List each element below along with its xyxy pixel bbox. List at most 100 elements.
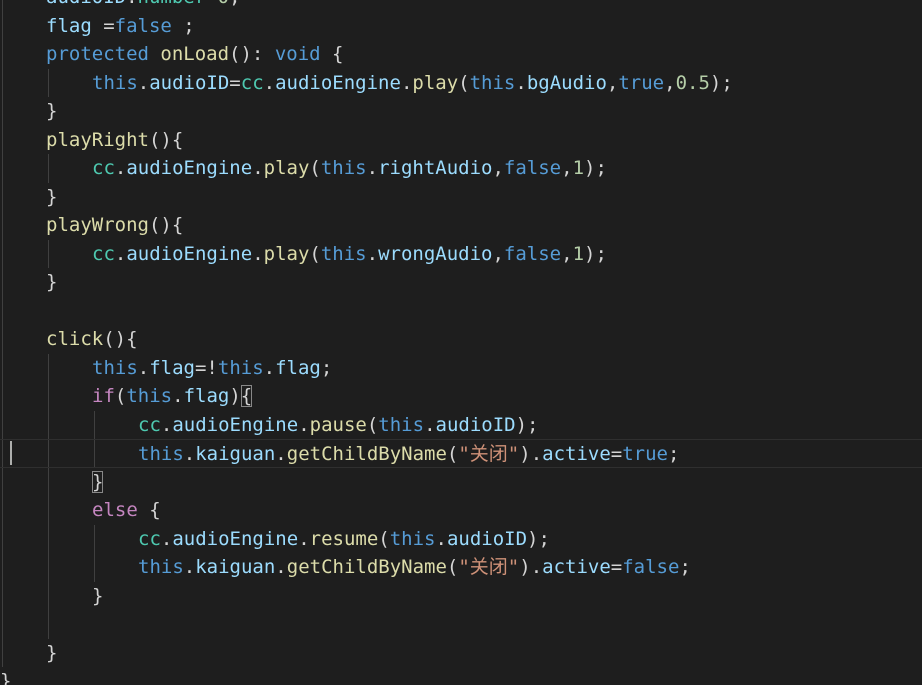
code-text: cc.audioEngine.pause(this.audioID); bbox=[138, 411, 538, 440]
code-token: "关闭" bbox=[458, 443, 520, 465]
code-token: play bbox=[263, 242, 310, 265]
code-token: = bbox=[229, 71, 241, 94]
code-line[interactable]: } bbox=[0, 582, 922, 611]
code-token: ); bbox=[584, 242, 607, 265]
code-token: else bbox=[92, 499, 138, 521]
code-token: audioID bbox=[149, 71, 230, 94]
code-line[interactable]: playWrong(){ bbox=[0, 211, 922, 240]
code-token: ; bbox=[171, 14, 195, 37]
code-line[interactable]: cc.audioEngine.resume(this.audioID); bbox=[0, 525, 922, 554]
code-token: flag bbox=[46, 14, 92, 37]
code-token: true bbox=[622, 443, 668, 465]
code-text: cc.audioEngine.play(this.rightAudio,fals… bbox=[92, 154, 607, 183]
code-line[interactable]: cc.audioEngine.pause(this.audioID); bbox=[0, 411, 922, 440]
code-token: this bbox=[378, 413, 425, 436]
code-token: flag bbox=[275, 356, 321, 379]
code-token: audioEngine bbox=[172, 527, 299, 550]
code-line[interactable]: } bbox=[0, 468, 922, 497]
code-token: = bbox=[91, 14, 115, 37]
code-token: number bbox=[138, 0, 207, 8]
code-token: { bbox=[320, 43, 344, 65]
code-text: cc.audioEngine.resume(this.audioID); bbox=[138, 525, 550, 554]
code-line[interactable]: audioID:number=0; bbox=[0, 0, 922, 12]
code-token: bgAudio bbox=[526, 71, 607, 94]
code-token: cc bbox=[92, 157, 115, 179]
code-text: } bbox=[46, 183, 57, 212]
code-token: . bbox=[183, 556, 196, 578]
code-token: "关闭" bbox=[458, 556, 520, 578]
code-text: this.flag=!this.flag; bbox=[92, 354, 332, 383]
code-token: . bbox=[137, 71, 150, 94]
code-token: ; bbox=[320, 356, 333, 379]
code-token: false bbox=[622, 556, 680, 578]
code-text: click(){ bbox=[46, 325, 138, 354]
code-token: . bbox=[160, 527, 173, 550]
code-line[interactable]: if(this.flag){ bbox=[0, 382, 922, 411]
code-token: ); bbox=[584, 157, 607, 179]
code-token: { bbox=[240, 385, 253, 407]
code-token: protected bbox=[46, 43, 149, 65]
code-token: 0 bbox=[218, 0, 229, 8]
code-token: this bbox=[92, 356, 138, 379]
code-token: audioID bbox=[446, 527, 528, 550]
code-line[interactable]: } bbox=[0, 639, 922, 668]
code-text: playWrong(){ bbox=[46, 211, 183, 240]
code-token: this bbox=[138, 556, 184, 578]
code-token: . bbox=[298, 413, 310, 436]
code-line[interactable]: } bbox=[0, 97, 922, 126]
code-token: playRight bbox=[46, 128, 149, 151]
code-token: } bbox=[46, 271, 58, 293]
code-token: ( bbox=[114, 385, 127, 407]
code-token: void bbox=[274, 43, 321, 65]
code-token: 1 bbox=[572, 157, 585, 179]
code-text: } bbox=[92, 582, 103, 611]
code-token: ); bbox=[527, 527, 550, 550]
code-text: } bbox=[46, 97, 57, 126]
code-line[interactable]: else { bbox=[0, 496, 922, 525]
code-token: ) bbox=[229, 385, 241, 407]
code-text: playRight(){ bbox=[46, 126, 183, 155]
code-line[interactable]: protected onLoad(): void { bbox=[0, 40, 922, 69]
code-line[interactable]: cc.audioEngine.play(this.wrongAudio,fals… bbox=[0, 240, 922, 269]
code-token: cc bbox=[138, 413, 161, 436]
code-line[interactable]: this.audioID=cc.audioEngine.play(this.bg… bbox=[0, 69, 922, 98]
code-token: . bbox=[114, 242, 127, 265]
code-token: active bbox=[542, 443, 611, 465]
code-token: this bbox=[389, 527, 436, 550]
code-token: . bbox=[183, 443, 196, 465]
code-token: (){ bbox=[103, 328, 138, 350]
code-token: this bbox=[320, 157, 367, 179]
code-token: cc bbox=[138, 527, 161, 550]
code-line[interactable]: click(){ bbox=[0, 325, 922, 354]
code-text: } bbox=[46, 639, 57, 668]
code-token: 1 bbox=[572, 242, 585, 265]
code-line[interactable]: this.kaiguan.getChildByName("关闭").active… bbox=[0, 553, 922, 582]
code-token: onLoad bbox=[160, 43, 230, 65]
code-token: this bbox=[469, 71, 516, 94]
code-line[interactable]: playRight(){ bbox=[0, 126, 922, 155]
code-line[interactable]: this.kaiguan.getChildByName("关闭").active… bbox=[0, 439, 922, 468]
code-token: , bbox=[561, 157, 573, 179]
code-line[interactable] bbox=[0, 610, 922, 639]
code-token: . bbox=[275, 443, 287, 465]
code-token: flag bbox=[183, 385, 230, 407]
code-token: ( bbox=[458, 71, 470, 94]
code-line[interactable]: cc.audioEngine.play(this.rightAudio,fals… bbox=[0, 154, 922, 183]
code-token: audioID bbox=[435, 413, 516, 436]
code-editor[interactable]: audioID:number=0;flag =false ;protected … bbox=[0, 0, 922, 685]
code-token: resume bbox=[309, 527, 379, 550]
code-line[interactable]: } bbox=[0, 183, 922, 212]
code-line[interactable]: } bbox=[0, 268, 922, 297]
code-line[interactable]: flag =false ; bbox=[0, 12, 922, 41]
code-token: ; bbox=[668, 443, 680, 465]
code-token: pause bbox=[309, 413, 367, 436]
code-token: = bbox=[610, 556, 623, 578]
code-token: ( bbox=[309, 242, 321, 265]
code-token: } bbox=[46, 641, 58, 664]
code-token: . bbox=[366, 242, 379, 265]
code-line[interactable]: } bbox=[0, 667, 922, 685]
code-line[interactable]: this.flag=!this.flag; bbox=[0, 354, 922, 383]
code-token: . bbox=[515, 71, 527, 94]
code-line[interactable] bbox=[0, 297, 922, 326]
code-token: ; bbox=[229, 0, 240, 8]
